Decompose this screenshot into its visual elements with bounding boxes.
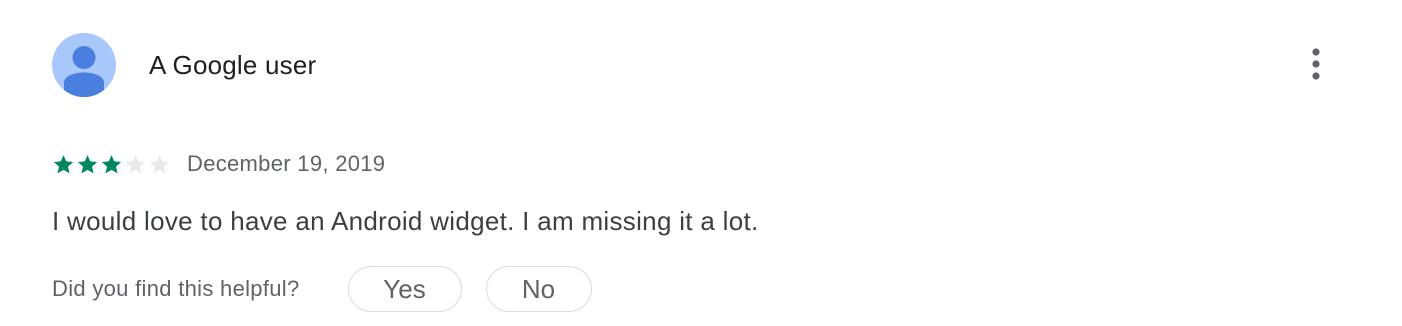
review-date: December 19, 2019 [187, 151, 386, 176]
helpful-question: Did you find this helpful? [52, 276, 300, 301]
star-rating [52, 153, 171, 176]
star-filled-icon [53, 154, 74, 173]
yes-button[interactable]: Yes [347, 266, 462, 312]
more-vert-icon [1312, 48, 1320, 80]
review-menu-button[interactable] [1300, 44, 1332, 88]
star-empty-icon [149, 154, 170, 173]
review-text: I would love to have an Android widget. … [52, 206, 759, 236]
star-filled-icon [77, 154, 98, 173]
user-avatar-icon [64, 46, 104, 97]
no-button[interactable]: No [485, 266, 592, 312]
helpful-row: Did you find this helpful? Yes No [52, 265, 592, 313]
review-card: A Google user December 19, 2019 I would … [0, 0, 1402, 326]
author-name: A Google user [149, 50, 317, 80]
star-empty-icon [125, 154, 146, 173]
rating-row: December 19, 2019 [52, 150, 385, 178]
avatar [52, 33, 116, 97]
star-filled-icon [101, 154, 122, 173]
